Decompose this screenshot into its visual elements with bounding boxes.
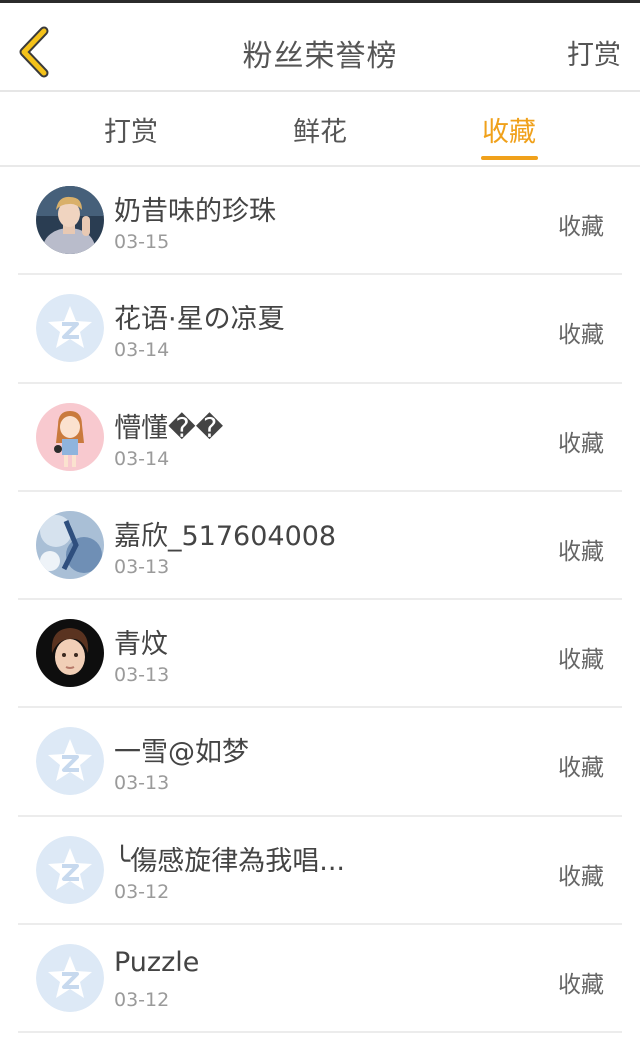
- tab-reward[interactable]: 打赏: [104, 110, 158, 149]
- date-label: 03-14: [114, 447, 170, 470]
- avatar[interactable]: [36, 402, 104, 471]
- action-label: 收藏: [558, 214, 604, 240]
- user-name: 奶昔味的珍珠: [114, 196, 276, 227]
- user-name: ╰傷感旋律為我唱...: [114, 845, 346, 877]
- list-item[interactable]: 嘉欣_517604008 03-13 收藏: [0, 492, 640, 601]
- cartoon-boy-icon: [36, 619, 104, 688]
- date-label: 03-15: [114, 231, 170, 253]
- default-qzone-icon: [36, 294, 104, 363]
- tab-bar: 打赏 鲜花 收藏: [0, 92, 640, 166]
- avatar[interactable]: [36, 727, 104, 796]
- user-name: 嘉欣_517604008: [114, 520, 337, 552]
- user-name: 一雪@如梦: [114, 737, 249, 769]
- fan-list: 奶昔味的珍珠 03-15 收藏 花语·星の凉夏 03-14 收藏 懵懂�� 03…: [0, 167, 640, 1034]
- date-label: 03-12: [114, 880, 170, 903]
- list-item[interactable]: 懵懂�� 03-14 收藏: [0, 384, 640, 492]
- date-label: 03-13: [114, 772, 170, 795]
- list-item[interactable]: 青炆 03-13 收藏: [0, 600, 640, 709]
- list-item[interactable]: 花语·星の凉夏 03-14 收藏: [0, 275, 640, 384]
- page-title: 粉丝荣誉榜: [242, 39, 398, 74]
- default-qzone-icon: [36, 944, 104, 1013]
- action-label: 收藏: [558, 647, 604, 674]
- action-label: 收藏: [558, 322, 604, 349]
- action-label: 收藏: [558, 538, 604, 565]
- active-tab-indicator: [481, 156, 538, 160]
- action-label: 收藏: [558, 972, 604, 999]
- avatar[interactable]: [36, 619, 104, 688]
- action-label: 收藏: [558, 863, 604, 890]
- tab-favorites[interactable]: 收藏: [482, 110, 536, 149]
- avatar[interactable]: [36, 944, 104, 1013]
- action-label: 收藏: [558, 430, 604, 457]
- tab-flowers[interactable]: 鲜花: [293, 110, 347, 149]
- date-label: 03-13: [114, 555, 170, 578]
- photo-boy-icon: [36, 186, 104, 254]
- avatar[interactable]: [36, 186, 104, 254]
- row-divider: [18, 1031, 622, 1034]
- default-qzone-icon: [36, 727, 104, 796]
- date-label: 03-12: [114, 989, 170, 1012]
- default-qzone-icon: [36, 835, 104, 904]
- header-bar: 粉丝荣誉榜 打赏: [0, 3, 640, 91]
- avatar[interactable]: [36, 835, 104, 904]
- reward-button[interactable]: 打赏: [567, 33, 621, 72]
- date-label: 03-14: [114, 339, 170, 362]
- cartoon-girl-icon: [36, 402, 104, 471]
- action-label: 收藏: [558, 755, 604, 782]
- user-name: 花语·星の凉夏: [114, 304, 285, 336]
- list-item[interactable]: ╰傷感旋律為我唱... 03-12 收藏: [0, 817, 640, 926]
- user-name: Puzzle: [114, 947, 200, 979]
- avatar[interactable]: [36, 294, 104, 363]
- date-label: 03-13: [114, 664, 170, 687]
- list-item[interactable]: 奶昔味的珍珠 03-15 收藏: [0, 167, 640, 276]
- list-item[interactable]: Puzzle 03-12 收藏: [0, 925, 640, 1034]
- photo-blue-icon: [36, 510, 104, 579]
- user-name: 青炆: [114, 629, 168, 661]
- list-item[interactable]: 一雪@如梦 03-13 收藏: [0, 708, 640, 817]
- avatar[interactable]: [36, 510, 104, 579]
- user-name: 懵懂��: [114, 412, 224, 444]
